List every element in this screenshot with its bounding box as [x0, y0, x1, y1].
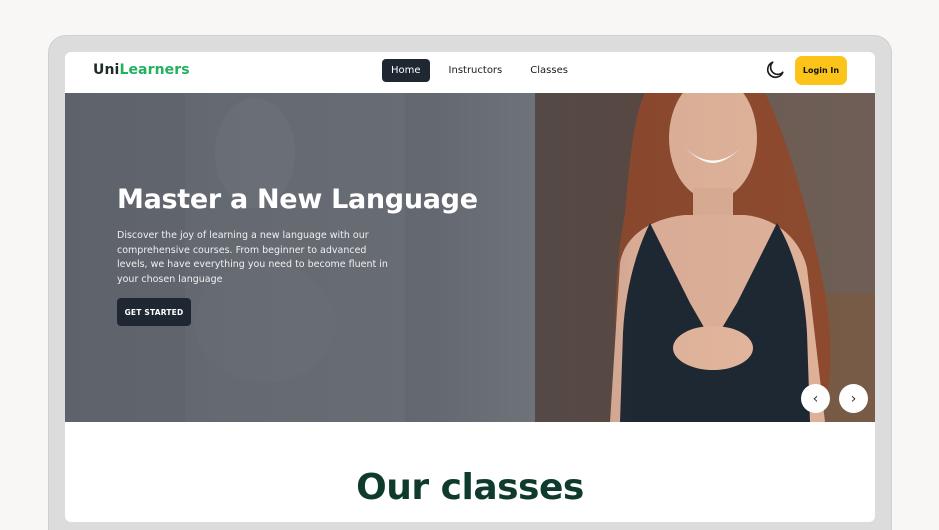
section-title: Our classes: [356, 467, 584, 508]
brand-prefix: Uni: [93, 62, 120, 78]
hero-title: Master a New Language: [117, 184, 478, 215]
nav-links: Home Instructors Classes: [382, 59, 577, 82]
navbar: UniLearners Home Instructors Classes Log…: [65, 52, 875, 93]
brand-logo[interactable]: UniLearners: [93, 62, 190, 78]
get-started-button[interactable]: GET STARTED: [117, 298, 191, 326]
nav-link-classes[interactable]: Classes: [521, 59, 577, 82]
browser-screen: UniLearners Home Instructors Classes Log…: [65, 52, 875, 522]
hero-description: Discover the joy of learning a new langu…: [117, 230, 388, 285]
brand-suffix: Learners: [119, 62, 190, 78]
hero-slide: Master a New Language Discover the joy o…: [65, 93, 875, 422]
nav-link-home[interactable]: Home: [382, 59, 430, 82]
chevron-right-icon: ›: [850, 390, 857, 407]
carousel-next-button[interactable]: ›: [839, 384, 868, 413]
moon-icon[interactable]: [764, 59, 786, 81]
carousel-prev-button[interactable]: ‹: [801, 384, 830, 413]
login-button[interactable]: Login In: [795, 56, 847, 85]
nav-link-instructors[interactable]: Instructors: [440, 59, 512, 82]
chevron-left-icon: ‹: [812, 390, 819, 407]
